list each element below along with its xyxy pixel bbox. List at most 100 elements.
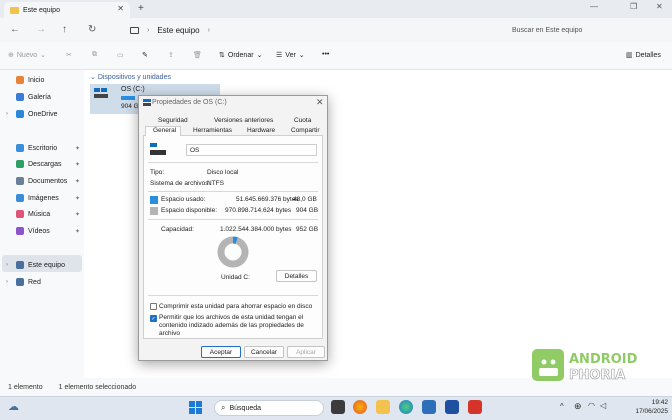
edge-browser-icon[interactable] (399, 400, 413, 414)
sidebar-item-descargas[interactable]: Descargas ✦ (6, 157, 82, 171)
view-button[interactable]: ☰ Ver ⌄ (276, 51, 305, 60)
sidebar-item-icon (16, 278, 24, 286)
rename-icon[interactable]: ✎ (142, 51, 148, 59)
mcafee-icon[interactable] (468, 400, 482, 414)
language-icon[interactable]: ⊕ (574, 401, 582, 412)
sidebar-item-música[interactable]: Música ✦ (6, 207, 82, 221)
sidebar-item-icon (16, 144, 24, 152)
sidebar-item-escritorio[interactable]: Escritorio ✦ (6, 141, 82, 155)
volume-icon[interactable]: ◁ (600, 401, 606, 410)
sort-button[interactable]: ⇅ Ordenar ⌄ (219, 51, 263, 60)
breadcrumb-chevron-icon: › (147, 26, 150, 34)
divider (148, 162, 318, 163)
forward-arrow-icon[interactable]: → (36, 24, 46, 35)
wifi-icon[interactable]: ◠ (588, 401, 595, 410)
filesystem-value: NTFS (207, 180, 224, 187)
folder-icon (10, 6, 19, 14)
sidebar-item-imágenes[interactable]: Imágenes ✦ (6, 191, 82, 205)
maximize-button[interactable]: ❐ (630, 2, 637, 11)
breadcrumb-chevron-icon: › (207, 26, 210, 34)
app-icon[interactable] (445, 400, 459, 414)
pin-icon: ✦ (74, 161, 80, 168)
new-tab-button[interactable]: + (138, 3, 144, 14)
sidebar-item-galería[interactable]: Galería (6, 90, 82, 104)
sidebar-item-label: Escritorio (28, 144, 58, 152)
copy-icon[interactable]: ⧉ (92, 51, 97, 59)
sidebar-item-label: OneDrive (28, 110, 58, 118)
cancel-button[interactable]: Cancelar (244, 346, 284, 358)
tab-hardware[interactable]: Hardware (247, 127, 275, 134)
search-icon: ⌕ (221, 403, 226, 412)
back-arrow-icon[interactable]: ← (10, 24, 20, 35)
tab-herramientas[interactable]: Herramientas (193, 127, 232, 134)
tab-este-equipo[interactable]: Este equipo ✕ (4, 2, 130, 18)
capacity-bytes: 1.022.544.384.000 bytes (220, 226, 292, 233)
accept-button[interactable]: Aceptar (201, 346, 241, 358)
index-checkbox[interactable]: ✓ (150, 315, 157, 322)
copilot-icon[interactable] (353, 400, 367, 414)
sidebar-item-onedrive[interactable]: › OneDrive (6, 107, 82, 121)
apply-button[interactable]: Aplicar (287, 346, 325, 358)
expand-chevron-icon[interactable]: › (6, 111, 12, 117)
sidebar-item-documentos[interactable]: Documentos ✦ (6, 174, 82, 188)
selection-count: 1 elemento seleccionado (58, 383, 137, 391)
sidebar-item-icon (16, 76, 24, 84)
used-space-bytes: 51.645.669.376 bytes (236, 196, 299, 203)
expand-chevron-icon[interactable]: › (6, 262, 12, 268)
tab-cuota[interactable]: Cuota (294, 117, 311, 124)
drive-name-field[interactable]: OS (186, 144, 317, 156)
expand-chevron-icon[interactable]: › (6, 279, 12, 285)
store-icon[interactable] (422, 400, 436, 414)
details-drive-button[interactable]: Detalles (276, 270, 317, 282)
more-options-button[interactable]: ••• (322, 51, 329, 58)
file-explorer-icon[interactable] (376, 400, 390, 414)
new-button[interactable]: ⊕ Nuevo ⌄ (8, 51, 46, 60)
task-view-icon[interactable] (331, 400, 345, 414)
capacity-gb: 952 GB (296, 226, 319, 233)
chevron-down-icon: ⌄ (90, 74, 98, 81)
sidebar-item-este-equipo[interactable]: › Este equipo (6, 258, 82, 272)
paste-icon[interactable]: ▭ (117, 51, 124, 59)
breadcrumb[interactable]: Este equipo (157, 26, 199, 35)
compress-checkbox[interactable] (150, 303, 157, 310)
drive-small-icon (143, 99, 151, 106)
sidebar-item-vídeos[interactable]: Vídeos ✦ (6, 224, 82, 238)
chevron-down-icon: ⌄ (40, 52, 46, 59)
index-label: Permitir que los archivos de esta unidad… (159, 314, 304, 337)
weather-widget-icon[interactable]: ☁ (8, 400, 19, 413)
clock[interactable]: 19:42 17/06/2025 (612, 398, 668, 416)
tab-seguridad[interactable]: Seguridad (158, 117, 188, 124)
taskbar-search[interactable]: ⌕ Búsqueda (214, 400, 324, 416)
sidebar-item-label: Galería (28, 93, 51, 101)
group-header[interactable]: ⌄ Dispositivos y unidades (90, 73, 171, 81)
drive-unit-label: Unidad C: (221, 274, 250, 281)
start-button-icon[interactable] (189, 401, 202, 414)
up-arrow-icon[interactable]: ↑ (62, 24, 67, 35)
cut-icon[interactable]: ✂ (66, 51, 72, 59)
minimize-button[interactable]: — (590, 2, 598, 11)
sidebar-item-label: Red (28, 278, 41, 286)
details-button[interactable]: ▥ Detalles (626, 51, 661, 60)
delete-icon[interactable]: 🗑 (193, 51, 202, 59)
sidebar-item-inicio[interactable]: Inicio (6, 73, 82, 87)
divider (148, 295, 318, 296)
sidebar-item-icon (16, 93, 24, 101)
dialog-close-icon[interactable]: ✕ (316, 97, 324, 108)
chevron-down-icon: ⌄ (256, 52, 263, 59)
refresh-icon[interactable]: ↻ (88, 24, 96, 35)
address-bar[interactable]: › Este equipo › (130, 21, 500, 39)
close-tab-icon[interactable]: ✕ (117, 4, 124, 13)
sidebar-item-red[interactable]: › Red (6, 275, 82, 289)
share-icon[interactable]: ⇪ (168, 51, 174, 59)
details-pane-icon: ▥ (626, 52, 633, 59)
donut-free-segment (217, 236, 249, 268)
system-tray-chevron-icon[interactable]: ^ (560, 402, 564, 411)
used-space-swatch (150, 196, 158, 204)
tab-versiones-anteriores[interactable]: Versiones anteriores (214, 117, 273, 124)
search-input[interactable]: Buscar en Este equipo (506, 21, 666, 39)
sidebar-item-label: Este equipo (28, 261, 65, 269)
tab-compartir[interactable]: Compartir (291, 127, 320, 134)
tab-general[interactable]: General (153, 127, 176, 134)
pin-icon: ✦ (74, 211, 80, 218)
close-window-button[interactable]: ✕ (656, 2, 663, 11)
